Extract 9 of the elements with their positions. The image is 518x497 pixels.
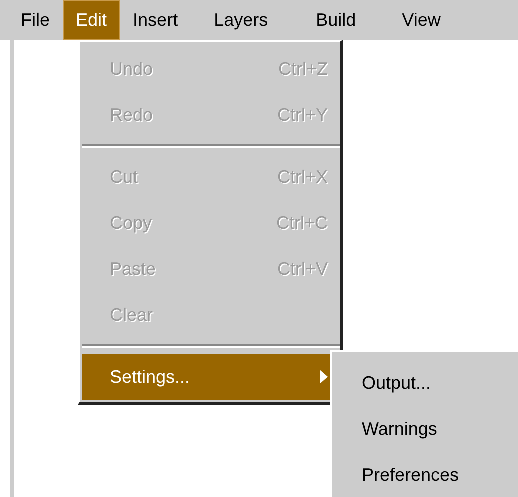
menu-item[interactable]: File	[8, 0, 64, 40]
submenu-arrow-icon	[320, 370, 328, 384]
menu-item[interactable]: Insert	[120, 0, 192, 40]
menu-item[interactable]: Build	[303, 0, 370, 40]
menu-option[interactable]: Preferences	[332, 452, 518, 497]
menu-option[interactable]: Warnings	[332, 406, 518, 452]
menu-item[interactable]: View	[389, 0, 454, 40]
menu-item[interactable]: Layers	[201, 0, 282, 40]
menu-item[interactable]: Edit	[63, 0, 120, 40]
